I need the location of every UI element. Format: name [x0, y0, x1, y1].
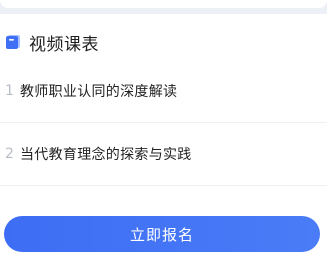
- section-header: 视频课表: [5, 30, 99, 55]
- course-title: 教师职业认同的深度解读: [20, 84, 178, 100]
- course-index: 2: [5, 146, 14, 162]
- section-title: 视频课表: [29, 34, 99, 55]
- video-list-icon: [5, 34, 21, 50]
- course-index: 1: [5, 83, 14, 99]
- course-item[interactable]: 1 教师职业认同的深度解读: [0, 60, 327, 123]
- course-schedule-page: 视频课表 1 教师职业认同的深度解读 2 当代教育理念的探索与实践 立即报名: [0, 0, 327, 267]
- signup-button[interactable]: 立即报名: [4, 216, 320, 252]
- course-list: 1 教师职业认同的深度解读 2 当代教育理念的探索与实践: [0, 60, 327, 186]
- course-item[interactable]: 2 当代教育理念的探索与实践: [0, 123, 327, 186]
- previous-card-bottom: [0, 0, 327, 8]
- course-title: 当代教育理念的探索与实践: [20, 147, 192, 163]
- top-divider-strip: [0, 0, 327, 14]
